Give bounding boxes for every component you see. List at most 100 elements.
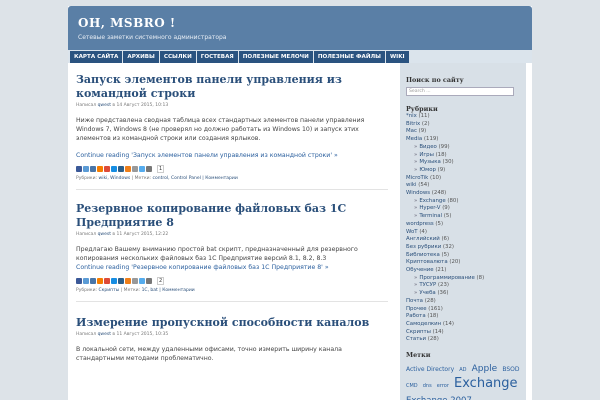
- post-title[interactable]: Запуск элементов панели управления из ко…: [76, 73, 388, 101]
- category-item[interactable]: Почта (28): [406, 298, 520, 306]
- tag-links[interactable]: 1С, bat: [142, 288, 158, 293]
- post-title[interactable]: Измерение пропускной способности каналов: [76, 316, 388, 330]
- category-item[interactable]: Без рубрики (32): [406, 244, 520, 252]
- category-name[interactable]: Mac: [406, 128, 417, 134]
- category-item[interactable]: Статьи (28): [406, 336, 520, 344]
- category-item[interactable]: Библиотека (5): [406, 252, 520, 260]
- category-name[interactable]: Работа: [406, 313, 426, 319]
- category-name[interactable]: Скрипты: [406, 329, 431, 335]
- tag-link[interactable]: Exchange 2007: [406, 396, 472, 400]
- tag-link[interactable]: dns: [423, 383, 432, 389]
- category-name[interactable]: Библиотека: [406, 252, 440, 258]
- category-item[interactable]: Прочее (161): [406, 306, 520, 314]
- tag-link[interactable]: Apple: [472, 364, 498, 374]
- site-title[interactable]: OH, MSBRO !: [78, 16, 176, 30]
- share-button[interactable]: [118, 278, 124, 284]
- category-item[interactable]: Media (119): [406, 136, 520, 144]
- category-item[interactable]: Windows (248): [406, 190, 520, 198]
- category-item[interactable]: MicroTik (10): [406, 175, 520, 183]
- post-author-link[interactable]: qwest: [98, 332, 111, 337]
- tag-links[interactable]: control, Control Panel: [153, 176, 201, 181]
- category-item[interactable]: Игры (18): [406, 152, 520, 160]
- continue-reading-link[interactable]: Continue reading 'Запуск элементов панел…: [76, 152, 388, 159]
- share-button[interactable]: [125, 278, 131, 284]
- share-button[interactable]: [97, 278, 103, 284]
- post-author-link[interactable]: qwest: [98, 232, 111, 237]
- category-name[interactable]: Юмор: [419, 167, 436, 173]
- category-name[interactable]: wordpress: [406, 221, 434, 227]
- share-button[interactable]: [76, 278, 82, 284]
- tag-link[interactable]: Active Directory: [406, 366, 454, 373]
- nav-item-wiki[interactable]: WIKI: [385, 51, 409, 63]
- share-button[interactable]: [90, 166, 96, 172]
- share-button[interactable]: [111, 278, 117, 284]
- category-name[interactable]: MicroTik: [406, 175, 428, 181]
- tag-link[interactable]: CMD: [406, 383, 418, 389]
- category-item[interactable]: Английский (6): [406, 236, 520, 244]
- category-name[interactable]: Прочее: [406, 306, 427, 312]
- category-name[interactable]: Без рубрики: [406, 244, 441, 250]
- comments-link[interactable]: | Комментарии: [159, 288, 194, 293]
- category-item[interactable]: Учеба (36): [406, 290, 520, 298]
- category-name[interactable]: Программирование: [419, 275, 475, 281]
- share-button[interactable]: [90, 278, 96, 284]
- category-item[interactable]: Mac (9): [406, 128, 520, 136]
- nav-item-guestbook[interactable]: ГОСТЕВАЯ: [196, 51, 238, 63]
- category-name[interactable]: Игры: [419, 152, 434, 158]
- category-name[interactable]: Почта: [406, 298, 423, 304]
- share-button[interactable]: [125, 166, 131, 172]
- category-item[interactable]: wiki (54): [406, 182, 520, 190]
- category-links[interactable]: Скрипты: [99, 288, 120, 293]
- category-name[interactable]: Криптовалюта: [406, 259, 448, 265]
- category-item[interactable]: Программирование (8): [406, 275, 520, 283]
- category-item[interactable]: Скрипты (14): [406, 329, 520, 337]
- category-item[interactable]: ТУСУР (23): [406, 282, 520, 290]
- category-name[interactable]: Windows: [406, 190, 430, 196]
- category-item[interactable]: Юмор (9): [406, 167, 520, 175]
- category-item[interactable]: Криптовалюта (20): [406, 259, 520, 267]
- share-button[interactable]: [132, 278, 138, 284]
- category-item[interactable]: Hyper-V (9): [406, 205, 520, 213]
- tag-link[interactable]: error: [437, 383, 449, 389]
- nav-item-archives[interactable]: АРХИВЫ: [123, 51, 159, 63]
- category-name[interactable]: wiki: [406, 182, 417, 188]
- category-item[interactable]: *nix (11): [406, 113, 520, 121]
- post-author-link[interactable]: qwest: [98, 103, 111, 108]
- share-button[interactable]: [146, 278, 152, 284]
- share-button[interactable]: [97, 166, 103, 172]
- category-name[interactable]: Hyper-V: [419, 205, 440, 211]
- tag-link[interactable]: BSOD: [502, 366, 519, 373]
- category-name[interactable]: *nix: [406, 113, 417, 119]
- share-button[interactable]: [139, 166, 145, 172]
- category-name[interactable]: Terminal: [419, 213, 442, 219]
- category-name[interactable]: Media: [406, 136, 422, 142]
- post-title[interactable]: Резервное копирование файловых баз 1С Пр…: [76, 202, 388, 230]
- category-item[interactable]: Работа (18): [406, 313, 520, 321]
- category-item[interactable]: Самоделкин (14): [406, 321, 520, 329]
- share-button[interactable]: [139, 278, 145, 284]
- category-name[interactable]: Учеба: [419, 290, 435, 296]
- share-button[interactable]: [132, 166, 138, 172]
- share-button[interactable]: [104, 166, 110, 172]
- category-item[interactable]: Музыка (30): [406, 159, 520, 167]
- share-button[interactable]: [83, 278, 89, 284]
- share-button[interactable]: [104, 278, 110, 284]
- category-name[interactable]: ТУСУР: [419, 282, 436, 288]
- category-name[interactable]: Видео: [419, 144, 437, 150]
- category-name[interactable]: Английский: [406, 236, 440, 242]
- continue-reading-link[interactable]: Continue reading 'Резервное копирование …: [76, 264, 388, 271]
- category-item[interactable]: Terminal (5): [406, 213, 520, 221]
- category-links[interactable]: wiki, Windows: [99, 176, 131, 181]
- share-button[interactable]: [146, 166, 152, 172]
- category-name[interactable]: Статьи: [406, 336, 426, 342]
- share-button[interactable]: [76, 166, 82, 172]
- search-input[interactable]: Search ...: [406, 87, 514, 96]
- category-name[interactable]: Обучение: [406, 267, 434, 273]
- category-name[interactable]: Самоделкин: [406, 321, 441, 327]
- category-name[interactable]: Bitrix: [406, 121, 420, 127]
- tag-link[interactable]: Exchange: [454, 376, 518, 391]
- category-item[interactable]: Видео (99): [406, 144, 520, 152]
- category-item[interactable]: Exchange (80): [406, 198, 520, 206]
- nav-item-sitemap[interactable]: КАРТА САЙТА: [70, 51, 123, 63]
- category-name[interactable]: Музыка: [419, 159, 441, 165]
